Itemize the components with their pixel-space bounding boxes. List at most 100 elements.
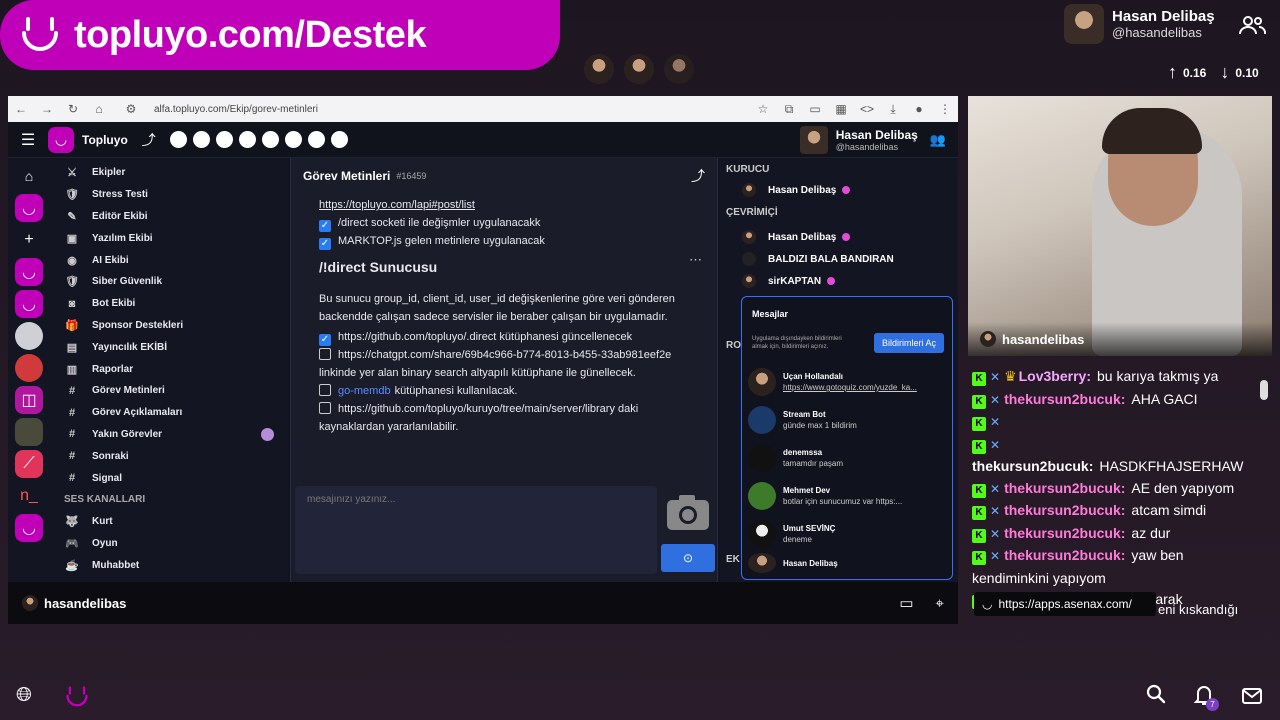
members-icon[interactable]: 👥 [930,132,946,148]
nav-item[interactable]: ▣ Yazılım Ekibi [52,227,288,249]
checkbox-icon[interactable] [319,348,331,360]
nav-item[interactable]: # Görev Açıklamaları [52,402,288,424]
voice-item[interactable]: 🎮 Oyun [52,533,288,555]
code-icon[interactable]: <> [854,102,880,116]
nav-item[interactable]: ▤ Yayıncılık EKİBİ [52,336,288,358]
nav-item[interactable]: ⚔ Ekipler [52,162,288,184]
twitter-icon[interactable] [215,131,233,148]
conversation-item[interactable]: Hasan Delibaş [742,553,952,573]
chat-username[interactable]: thekursun2bucuk: [1004,525,1125,541]
send-button[interactable]: ⊙ [661,544,715,572]
chat-username[interactable]: thekursun2bucuk: [1004,502,1125,518]
checklist-item[interactable]: https://github.com/topluyo/kuruyo/tree/m… [319,400,701,436]
linkedin-icon[interactable] [284,131,302,148]
checklist-item[interactable]: https://chatgpt.com/share/69b4c966-b774-… [319,346,701,382]
inline-link[interactable]: go-memdb [338,385,391,397]
user-avatar[interactable] [799,125,828,154]
topluyo-footer-logo-icon[interactable] [64,684,90,715]
users-icon[interactable] [1238,14,1267,41]
server-icon[interactable]: ⟋ [15,450,43,478]
voice-item[interactable]: 🐺 Kurt [52,511,288,533]
hamburger-icon[interactable]: ☰ [8,130,48,150]
member-item[interactable]: Hasan Delibaş [742,183,952,197]
server-icon[interactable]: ◡ [15,194,43,222]
server-icon[interactable] [15,354,43,382]
member-item[interactable]: BALDIZI BALA BANDIRAN [742,248,952,270]
conversation-item[interactable]: Uçan Hollandalı https://www.gotoquiz.com/… [742,363,952,401]
server-icon[interactable]: ◡ [15,290,43,318]
site-settings-icon[interactable]: ⚙ [118,102,144,116]
share-icon[interactable]: ⤴ [142,130,156,150]
tabs-icon[interactable]: ▭ [802,102,828,116]
instagram-icon[interactable] [169,131,187,148]
checklist-item[interactable]: go-memdb kütüphanesi kullanılacak. [319,382,701,400]
server-icon[interactable] [15,418,43,446]
home-icon[interactable]: ⌂ [15,162,43,190]
chat-username[interactable]: thekursun2bucuk: [1004,391,1125,407]
checkbox-icon[interactable] [319,402,331,414]
home-icon[interactable]: ⌂ [86,102,112,116]
forward-icon[interactable]: → [34,102,60,116]
globe-icon[interactable]: 🌐︎ [16,684,32,707]
nav-item[interactable]: ◙ Bot Ekibi [52,293,288,315]
mail-icon[interactable] [1242,688,1262,709]
nav-item[interactable]: # Yakın Görevler [52,424,288,446]
member-item[interactable]: Hasan Delibaş [742,226,952,248]
conversation-item[interactable]: Stream Bot günde max 1 bildirim [742,401,952,439]
conversation-item[interactable]: Mehmet Dev botlar için sunucumuz var http… [742,477,952,515]
server-icon[interactable]: ◡ [15,258,43,286]
star-icon[interactable]: ☆ [750,102,776,116]
link-preview-popup[interactable]: ◡ https://apps.asenax.com/ [974,592,1156,616]
reload-icon[interactable]: ↻ [60,102,86,116]
nav-item[interactable]: ▥ Raporlar [52,358,288,380]
server-icon[interactable] [15,322,43,350]
chat-scrollbar[interactable] [1260,380,1268,400]
server-icon[interactable]: ◡ [15,514,43,542]
share-icon[interactable]: ⤴ [691,166,705,186]
checklist-item[interactable]: ✓/direct socketi ile değişmler uygulanac… [319,214,701,232]
nav-item[interactable]: ✎ Editör Ekibi [52,206,288,228]
search-icon[interactable] [1146,684,1166,709]
youtube-icon[interactable] [192,131,210,148]
chat-username[interactable]: thekursun2bucuk: [1004,480,1125,496]
message-input[interactable]: mesajınızı yazınız... [295,486,657,574]
add-server-icon[interactable]: + [15,226,43,254]
screenshot-icon[interactable]: ⌖ [936,595,944,612]
checklist-item[interactable]: ✓ MARKTOP.js gelen metinlere uygulanacak [319,232,701,250]
conversation-item[interactable]: Umut SEVİNÇ deneme [742,515,952,553]
chat-username[interactable]: thekursun2bucuk: [1004,547,1125,563]
nav-item-active[interactable]: # Görev Metinleri [52,380,288,402]
camera-icon[interactable] [663,492,713,532]
nav-item[interactable]: # Signal [52,467,288,489]
nav-item[interactable]: 🎁 Sponsor Destekleri [52,315,288,337]
checkbox-checked-icon[interactable]: ✓ [319,334,331,346]
download-icon[interactable]: ⤓ [880,102,906,117]
more-icon[interactable]: ⋯ [689,252,702,268]
address-bar[interactable]: alfa.topluyo.com/Ekip/gorev-metinleri [154,104,750,115]
voice-item[interactable]: ☕ Muhabbet [52,554,288,576]
checkbox-checked-icon[interactable]: ✓ [319,220,331,232]
apps-icon[interactable]: ▦ [828,102,854,116]
enable-notifications-button[interactable]: Bildirimleri Aç [873,333,944,353]
link[interactable]: https://topluyo.com/lapi#post/list [319,196,701,214]
server-icon[interactable]: n_ [15,482,43,510]
nav-item[interactable]: 🛡 Stress Testi [52,184,288,206]
kick-icon[interactable] [238,131,256,148]
nav-item[interactable]: # Sonraki [52,445,288,467]
chat-username[interactable]: thekursun2bucuk: [972,458,1093,474]
chat-username[interactable]: Lov3berry: [1019,368,1091,384]
server-icon[interactable]: ◫ [15,386,43,414]
back-icon[interactable]: ← [8,102,34,116]
extensions-icon[interactable]: ⧉ [776,102,802,117]
nav-item[interactable]: 🛡 Siber Güvenlik [52,271,288,293]
member-item[interactable]: sirKAPTAN [742,270,952,292]
menu-dots-icon[interactable]: ⋮ [932,102,958,116]
checklist-item[interactable]: ✓ https://github.com/topluyo/.direct kütü… [319,328,701,346]
conversation-item[interactable]: denemssa tamamdır paşam [742,439,952,477]
github-icon[interactable] [330,131,348,148]
twitch-icon[interactable] [261,131,279,148]
nav-item[interactable]: ◉ AI Ekibi [52,249,288,271]
app-logo-icon[interactable]: ◡ [48,126,74,153]
checkbox-icon[interactable] [319,384,331,396]
tiktok-icon[interactable] [307,131,325,148]
